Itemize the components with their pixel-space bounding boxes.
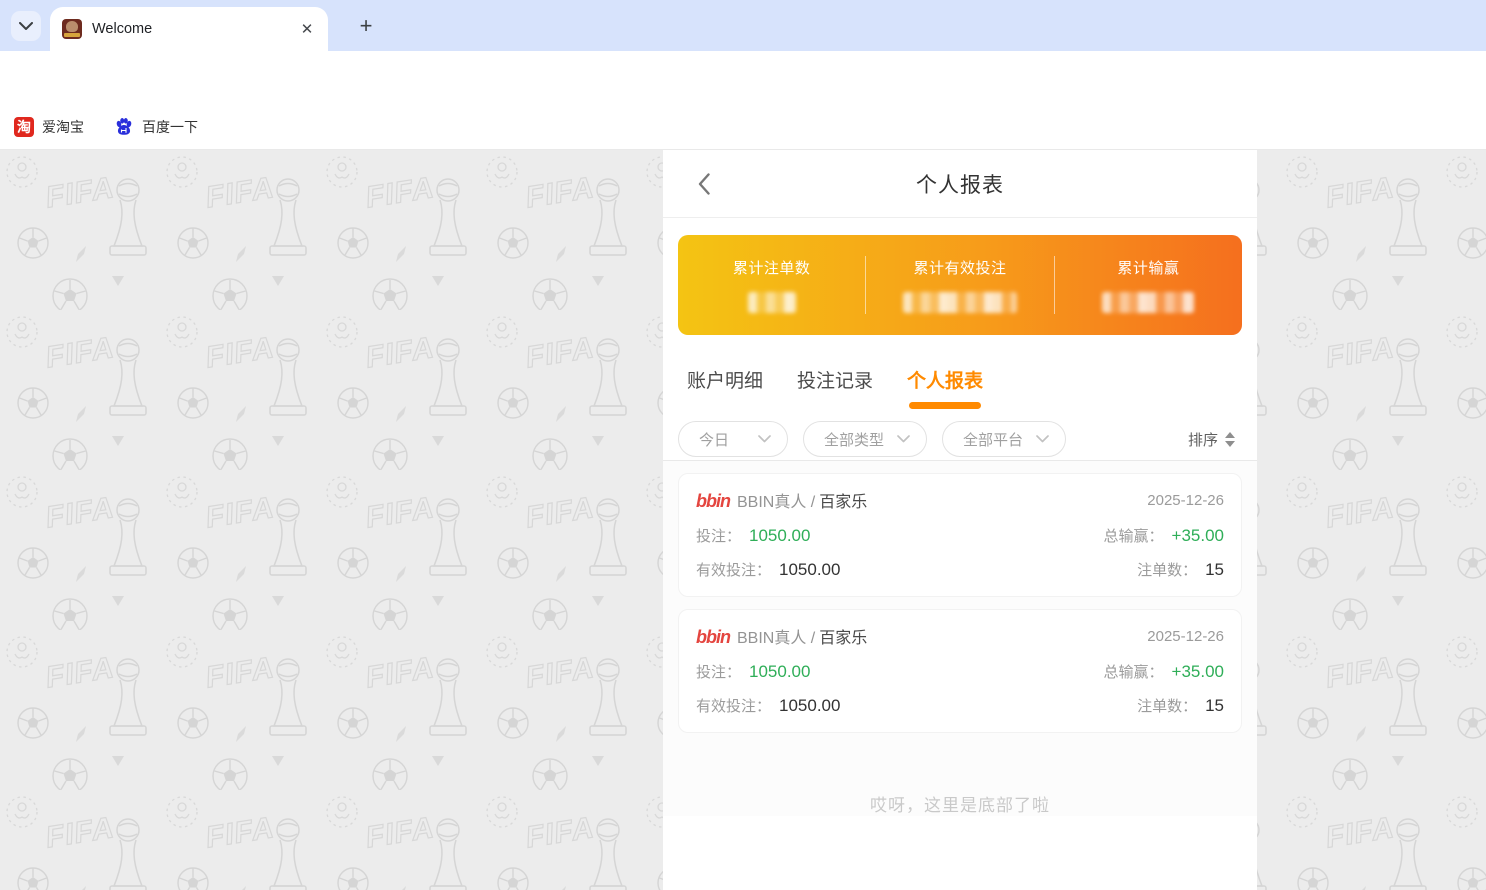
valid-bet-value: 1050.00	[779, 560, 840, 580]
stat-label: 累计输赢	[1117, 257, 1179, 278]
taobao-icon: 淘	[14, 117, 34, 137]
tab-account-detail[interactable]: 账户明细	[687, 366, 763, 409]
stat-total-bets: 累计注单数	[678, 257, 865, 313]
tab-personal-report[interactable]: 个人报表	[907, 366, 983, 409]
bbin-logo: bbin	[696, 491, 730, 512]
tab-underline	[799, 402, 871, 409]
bookmark-aitaobao[interactable]: 淘 爱淘宝	[14, 117, 84, 137]
tab-label: 投注记录	[797, 366, 873, 393]
bet-value: 1050.00	[749, 526, 810, 546]
tab-search-button[interactable]	[11, 11, 41, 41]
bet-count-label: 注单数：	[1137, 559, 1197, 580]
site-favicon	[62, 19, 82, 39]
chevron-down-icon	[897, 435, 910, 443]
chevron-left-icon	[698, 173, 710, 195]
bet-label: 投注：	[696, 525, 741, 546]
record-platform: BBIN真人 /	[737, 488, 815, 512]
record-header-row: bbin BBIN真人 / 百家乐 2025-12-26	[696, 624, 1224, 648]
record-date: 2025-12-26	[1147, 492, 1224, 509]
bet-count-value: 15	[1205, 696, 1224, 716]
winloss-label: 总输赢：	[1104, 661, 1164, 682]
bookmark-baidu[interactable]: 百度一下	[114, 117, 198, 137]
winloss-value: +35.00	[1172, 526, 1224, 546]
tab-label: 账户明细	[687, 366, 763, 393]
panel-header: 个人报表	[663, 150, 1257, 218]
masked-value	[903, 292, 1017, 313]
report-list-item[interactable]: bbin BBIN真人 / 百家乐 2025-12-26 投注： 1050.00…	[678, 609, 1242, 733]
masked-value	[1102, 292, 1194, 313]
page-title: 个人报表	[916, 169, 1004, 199]
bookmark-label: 爱淘宝	[42, 117, 84, 137]
masked-value	[748, 292, 796, 313]
back-chevron-button[interactable]	[691, 171, 717, 197]
report-panel: 个人报表 累计注单数 累计有效投注 累计输赢 账户明细	[663, 150, 1257, 890]
tab-bet-records[interactable]: 投注记录	[797, 366, 873, 409]
tab-underline	[909, 402, 981, 409]
record-bet-row: 投注： 1050.00 总输赢： +35.00	[696, 661, 1224, 682]
valid-bet-label: 有效投注：	[696, 695, 771, 716]
chevron-down-icon	[758, 435, 771, 443]
browser-tab-welcome[interactable]: Welcome ✕	[50, 7, 328, 51]
bet-count-label: 注单数：	[1137, 695, 1197, 716]
bookmarks-bar: 淘 爱淘宝 百度一下	[0, 104, 1486, 150]
tab-close-icon[interactable]: ✕	[298, 20, 316, 38]
record-bet-row: 投注： 1050.00 总输赢： +35.00	[696, 525, 1224, 546]
dropdown-value: 今日	[699, 429, 729, 450]
browser-window: Welcome ✕ + 175616.c	[0, 0, 1486, 890]
valid-bet-value: 1050.00	[779, 696, 840, 716]
dropdown-value: 全部类型	[824, 429, 884, 450]
sort-button[interactable]: 排序	[1188, 429, 1235, 450]
winloss-label: 总输赢：	[1104, 525, 1164, 546]
tab-underline	[689, 402, 761, 409]
end-of-list-message: 哎呀，这里是底部了啦	[663, 761, 1257, 816]
chevron-down-icon	[1036, 435, 1049, 443]
baidu-paw-icon	[114, 117, 134, 137]
record-game: 百家乐	[819, 488, 867, 512]
stat-total-winloss: 累计输赢	[1055, 257, 1242, 313]
tab-title: Welcome	[92, 21, 298, 37]
sort-label: 排序	[1188, 429, 1218, 450]
section-tabs: 账户明细 投注记录 个人报表	[663, 335, 1257, 409]
winloss-value: +35.00	[1172, 662, 1224, 682]
tab-label: 个人报表	[907, 366, 983, 393]
record-header-row: bbin BBIN真人 / 百家乐 2025-12-26	[696, 488, 1224, 512]
platform-filter-dropdown[interactable]: 全部平台	[942, 421, 1066, 457]
report-list: bbin BBIN真人 / 百家乐 2025-12-26 投注： 1050.00…	[663, 461, 1257, 761]
chevron-down-icon	[19, 22, 33, 31]
bet-label: 投注：	[696, 661, 741, 682]
record-date: 2025-12-26	[1147, 628, 1224, 645]
stat-label: 累计有效投注	[913, 257, 1006, 278]
bookmark-label: 百度一下	[142, 117, 198, 137]
filter-bar: 今日 全部类型 全部平台 排序	[663, 409, 1257, 461]
new-tab-button[interactable]: +	[352, 12, 380, 40]
browser-toolbar: 175616.cc/reports/index?tab=1	[0, 51, 1486, 104]
record-platform: BBIN真人 /	[737, 624, 815, 648]
stat-valid-bet-amount: 累计有效投注	[866, 257, 1053, 313]
bet-value: 1050.00	[749, 662, 810, 682]
report-list-item[interactable]: bbin BBIN真人 / 百家乐 2025-12-26 投注： 1050.00…	[678, 473, 1242, 597]
record-valid-row: 有效投注： 1050.00 注单数： 15	[696, 695, 1224, 716]
type-filter-dropdown[interactable]: 全部类型	[803, 421, 927, 457]
record-game: 百家乐	[819, 624, 867, 648]
sort-arrows-icon	[1225, 432, 1235, 447]
bet-count-value: 15	[1205, 560, 1224, 580]
valid-bet-label: 有效投注：	[696, 559, 771, 580]
browser-tab-strip: Welcome ✕ +	[0, 0, 1486, 51]
summary-stats-card: 累计注单数 累计有效投注 累计输赢	[678, 235, 1242, 335]
record-valid-row: 有效投注： 1050.00 注单数： 15	[696, 559, 1224, 580]
stat-label: 累计注单数	[733, 257, 811, 278]
date-filter-dropdown[interactable]: 今日	[678, 421, 788, 457]
dropdown-value: 全部平台	[963, 429, 1023, 450]
bbin-logo: bbin	[696, 627, 730, 648]
